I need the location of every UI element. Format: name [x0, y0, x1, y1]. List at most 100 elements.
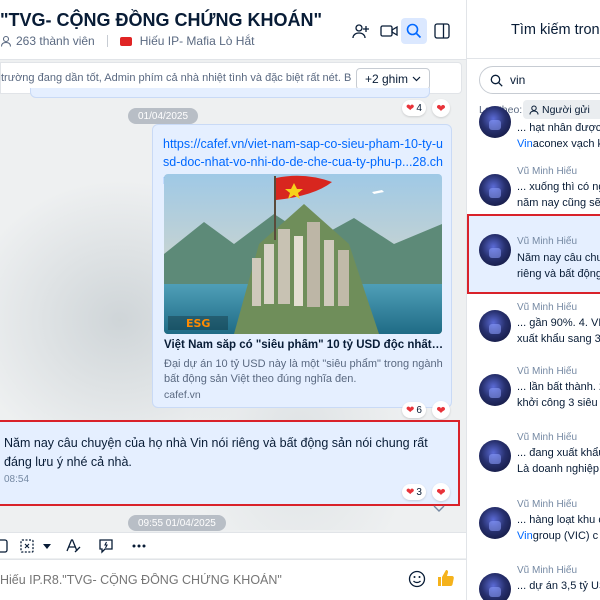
result-line-1: ... lần bất thành. 2. [517, 381, 600, 393]
avatar [479, 310, 511, 342]
link-description: Đại dự án 10 tỷ USD này là một "siêu phẩ… [164, 358, 443, 385]
like-button[interactable] [436, 568, 458, 590]
chat-header: "TVG- CỘNG ĐỒNG CHỨNG KHOÁN" 263 thành v… [0, 0, 466, 60]
more-icon [132, 544, 146, 548]
react-button[interactable]: ❤ [432, 483, 450, 501]
pinned-count-button[interactable]: +2 ghim [356, 68, 430, 90]
search-result[interactable]: Vũ Minh Hiếu ... dự án 3,5 tỷ US [467, 563, 600, 600]
screenshot-options-button[interactable] [38, 537, 56, 555]
search-box[interactable] [479, 66, 600, 94]
result-sender: Vũ Minh Hiếu [517, 432, 578, 443]
toggle-panel-button[interactable] [429, 18, 455, 44]
emoji-icon [408, 570, 426, 588]
member-count[interactable]: 263 thành viên [16, 34, 95, 48]
tag-icon [119, 36, 132, 46]
text-format-icon [66, 539, 81, 553]
result-line-2: riêng và bất động [517, 268, 600, 280]
result-sender: Vũ Minh Hiếu [517, 166, 578, 177]
search-result[interactable]: Vũ Minh Hiếu ... gần 90%. 4. VN xuất khẩ… [467, 300, 600, 364]
chat-area: "TVG- CỘNG ĐỒNG CHỨNG KHOÁN" 263 thành v… [0, 0, 466, 600]
result-sender: Vũ Minh Hiếu [517, 499, 578, 510]
layout-icon [434, 23, 450, 39]
reaction-count: 6 [416, 404, 422, 416]
search-result[interactable]: Vũ Minh Hiếu ... lần bất thành. 2. khởi … [467, 364, 600, 428]
result-line-2: Là doanh nghiệp V [517, 463, 600, 475]
message-time: 08:54 [4, 474, 30, 485]
add-member-icon [352, 24, 369, 39]
result-line-1: ... dự án 3,5 tỷ US [517, 580, 600, 592]
panel-title: Tìm kiếm trong [511, 22, 600, 38]
video-call-button[interactable] [376, 18, 402, 44]
date-divider: 01/04/2025 [128, 108, 199, 124]
keyword-highlight: Vin [517, 530, 533, 542]
date-divider: 09:55 01/04/2025 [128, 515, 226, 531]
reaction-summary[interactable]: ❤ 3 [402, 484, 426, 500]
message-bubble[interactable]: Năm nay câu chuyện của họ nhà Vin nói ri… [0, 420, 460, 506]
member-row: 263 thành viên Hiếu IP- Mafia Lò Hắt [0, 34, 254, 48]
link-thumbnail[interactable]: ESG [164, 174, 442, 334]
message-composer [0, 559, 466, 600]
chevron-down-icon [433, 505, 445, 512]
react-button[interactable]: ❤ [432, 401, 450, 419]
text-format-button[interactable] [64, 537, 82, 555]
result-line-1: Năm nay câu chuy [517, 252, 600, 264]
link-title[interactable]: Việt Nam sắp có "siêu phẩm" 10 tỷ USD độ… [164, 339, 444, 351]
search-input[interactable] [510, 73, 600, 87]
person-icon [0, 35, 12, 47]
reaction-summary[interactable]: ❤ 4 [402, 100, 426, 116]
heart-icon: ❤ [406, 486, 415, 498]
quick-message-icon [99, 539, 113, 554]
search-result-selected[interactable]: Vũ Minh Hiếu Năm nay câu chuy riêng và b… [467, 214, 600, 294]
composer-toolbar [0, 532, 466, 558]
screenshot-icon [20, 539, 34, 553]
avatar [479, 106, 511, 138]
chevron-down-icon [43, 543, 51, 549]
result-line-2: xuất khẩu sang 3 c [517, 333, 600, 345]
sticker-button[interactable] [0, 537, 10, 555]
thumbs-up-icon [438, 570, 454, 586]
divider [467, 58, 600, 59]
message-input[interactable] [0, 570, 400, 590]
avatar [479, 234, 511, 266]
avatar [479, 507, 511, 539]
link-message-bubble[interactable]: https://cafef.vn/viet-nam-sap-co-sieu-ph… [152, 124, 452, 408]
search-icon [490, 74, 503, 87]
result-sender: Vũ Minh Hiếu [517, 236, 578, 247]
result-line-1: ... đang xuất khẩu [517, 447, 600, 459]
thumbnail-badge: ESG [186, 317, 210, 330]
pinned-message-text[interactable]: trường đang dần tốt, Admin phím cả nhà n… [1, 72, 351, 84]
search-icon [406, 23, 422, 39]
result-sender: Vũ Minh Hiếu [517, 565, 578, 576]
result-line-2: khởi công 3 siêu d [517, 397, 600, 409]
divider [106, 35, 108, 47]
previous-message-bubble[interactable] [30, 88, 430, 98]
search-result[interactable]: Vũ Minh Hiếu ... hàng loạt khu c Vingrou… [467, 497, 600, 561]
result-line-1: ... hàng loạt khu c [517, 514, 600, 526]
sticker-icon [0, 539, 8, 553]
tag-label[interactable]: Hiếu IP- Mafia Lò Hắt [140, 34, 255, 48]
reaction-count: 3 [416, 486, 422, 498]
result-line-1: ... hạt nhân được t [517, 122, 600, 134]
reaction-summary[interactable]: ❤ 6 [402, 402, 426, 418]
thumbnail-image: ESG [164, 174, 442, 334]
heart-icon: ❤ [436, 102, 446, 115]
keyword-highlight: Vin [517, 138, 533, 150]
avatar [479, 374, 511, 406]
heart-icon: ❤ [406, 102, 415, 114]
heart-icon: ❤ [406, 404, 415, 416]
search-button[interactable] [401, 18, 427, 44]
group-title[interactable]: "TVG- CỘNG ĐỒNG CHỨNG KHOÁN" [0, 10, 322, 31]
search-result[interactable]: Vũ Minh Hiếu ... đang xuất khẩu Là doanh… [467, 430, 600, 494]
more-button[interactable] [130, 537, 148, 555]
avatar [479, 440, 511, 472]
result-line-1: ... xuống thì có ng [517, 181, 600, 193]
add-member-button[interactable] [348, 18, 374, 44]
quick-message-button[interactable] [97, 537, 115, 555]
react-button[interactable]: ❤ [432, 99, 450, 117]
message-text: Năm nay câu chuyện của họ nhà Vin nói ri… [4, 436, 428, 469]
scroll-down-button[interactable] [428, 500, 450, 516]
emoji-button[interactable] [408, 570, 428, 590]
search-panel: Tìm kiếm trong Lọc theo: Người gửi ... h… [466, 0, 600, 600]
screenshot-button[interactable] [18, 537, 36, 555]
reaction-count: 4 [416, 102, 422, 114]
